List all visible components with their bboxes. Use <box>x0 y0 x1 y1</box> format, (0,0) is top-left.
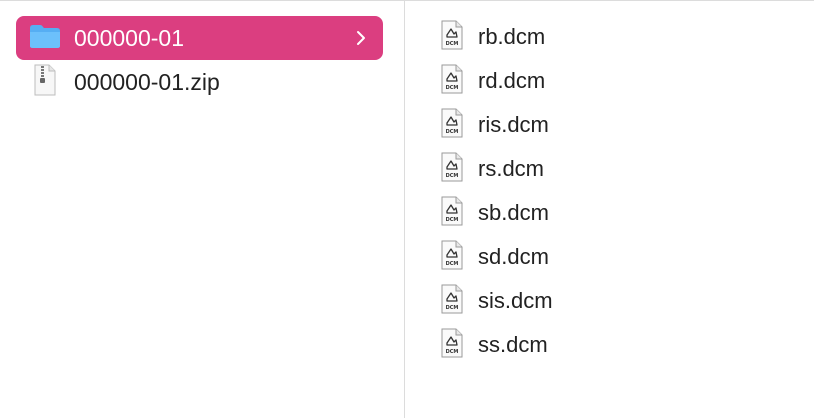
file-row-rd[interactable]: DCM rd.dcm <box>440 59 800 103</box>
dicom-file-icon: DCM <box>440 328 464 363</box>
dicom-file-icon: DCM <box>440 64 464 99</box>
dicom-file-icon: DCM <box>440 196 464 231</box>
dicom-file-icon: DCM <box>440 20 464 55</box>
file-row-rb[interactable]: DCM rb.dcm <box>440 15 800 59</box>
svg-text:DCM: DCM <box>446 85 459 91</box>
svg-text:DCM: DCM <box>446 305 459 311</box>
dicom-file-icon: DCM <box>440 108 464 143</box>
file-row-rs[interactable]: DCM rs.dcm <box>440 147 800 191</box>
file-name: rd.dcm <box>478 68 546 93</box>
svg-text:DCM: DCM <box>446 261 459 267</box>
zip-file-name: 000000-01.zip <box>74 68 220 95</box>
file-list: DCM rb.dcm DCM rd.dcm DCM ris.dcm DCM rs… <box>440 15 800 367</box>
dicom-file-icon: DCM <box>440 240 464 275</box>
file-name: sis.dcm <box>478 288 553 313</box>
folder-icon <box>28 23 62 54</box>
file-name: ss.dcm <box>478 332 548 357</box>
zip-row-000000-01[interactable]: 000000-01.zip <box>16 60 383 104</box>
folder-contents-column[interactable]: DCM rb.dcm DCM rd.dcm DCM ris.dcm DCM rs… <box>405 1 814 418</box>
chevron-right-icon[interactable] <box>351 28 371 48</box>
parent-column[interactable]: 000000-01 000000-01.zip <box>0 1 404 418</box>
file-name: rs.dcm <box>478 156 544 181</box>
finder-column-view: 000000-01 000000-01.zip DCM rb.dcm DCM r… <box>0 0 814 418</box>
dicom-file-icon: DCM <box>440 284 464 319</box>
file-name: rb.dcm <box>478 24 546 49</box>
file-name: sd.dcm <box>478 244 549 269</box>
svg-text:DCM: DCM <box>446 129 459 135</box>
svg-text:DCM: DCM <box>446 217 459 223</box>
zip-archive-icon <box>32 64 58 101</box>
dicom-file-icon: DCM <box>440 152 464 187</box>
svg-text:DCM: DCM <box>446 349 459 355</box>
file-row-sb[interactable]: DCM sb.dcm <box>440 191 800 235</box>
file-row-ss[interactable]: DCM ss.dcm <box>440 323 800 367</box>
file-row-sis[interactable]: DCM sis.dcm <box>440 279 800 323</box>
file-name: sb.dcm <box>478 200 549 225</box>
svg-text:DCM: DCM <box>446 41 459 47</box>
file-row-sd[interactable]: DCM sd.dcm <box>440 235 800 279</box>
file-row-ris[interactable]: DCM ris.dcm <box>440 103 800 147</box>
folder-row-000000-01[interactable]: 000000-01 <box>16 16 383 60</box>
file-name: ris.dcm <box>478 112 549 137</box>
svg-text:DCM: DCM <box>446 173 459 179</box>
folder-name: 000000-01 <box>74 24 184 51</box>
